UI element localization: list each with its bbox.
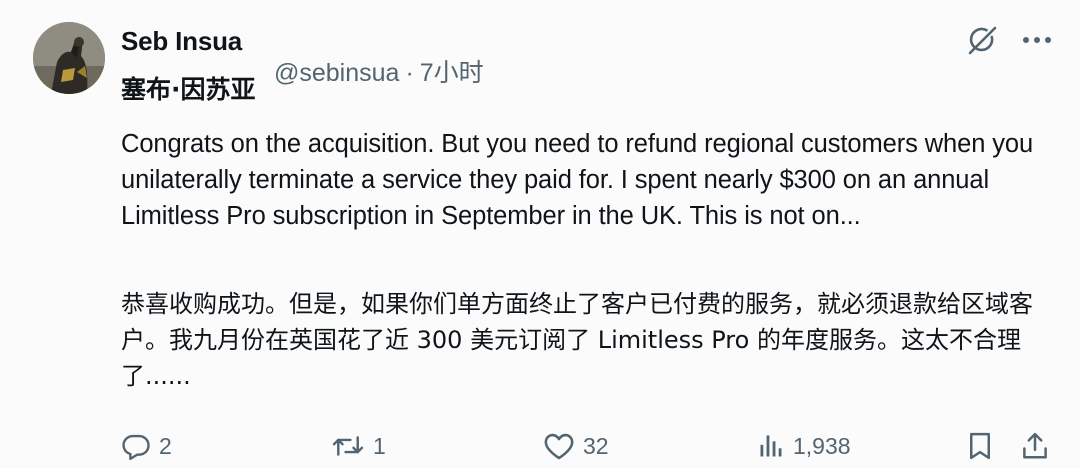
reply-icon [122,434,150,461]
handle-row: @sebinsua · 7小时 [274,58,484,88]
share-button[interactable] [1021,425,1049,467]
repost-count: 1 [373,432,386,459]
post-text-translated: 恭喜收购成功。但是，如果你们单方面终止了客户已付费的服务，就必须退款给区域客户。… [121,290,1033,390]
action-bar: 2 1 32 1,938 [0,425,1080,467]
share-icon [1023,432,1047,459]
heart-icon [544,433,574,460]
like-button[interactable]: 32 [543,425,609,467]
more-icon[interactable] [1022,35,1052,45]
grok-icon[interactable] [966,24,998,56]
handle[interactable]: @sebinsua [274,59,399,87]
tweet-card: Seb Insua 塞布·因苏亚 @sebinsua · 7小时 Congrats … [0,0,1080,468]
display-name[interactable]: Seb Insua [121,26,242,56]
bookmark-button[interactable] [966,425,994,467]
avatar-image [33,22,105,94]
timestamp[interactable]: 7小时 [420,59,484,87]
views-button[interactable]: 1,938 [757,425,851,467]
repost-icon [332,436,364,456]
repost-button[interactable]: 1 [331,425,386,467]
header-actions [966,24,1052,56]
view-count: 1,938 [793,432,851,459]
reply-button[interactable]: 2 [121,425,172,467]
translated-display-name: 塞布·因苏亚 [121,75,256,104]
like-count: 32 [583,432,609,459]
views-icon [760,435,782,457]
reply-count: 2 [159,432,172,459]
post-text-original: Congrats on the acquisition. But you nee… [121,130,1034,230]
separator-dot: · [405,59,414,87]
avatar[interactable] [33,22,105,94]
bookmark-icon [970,432,990,460]
